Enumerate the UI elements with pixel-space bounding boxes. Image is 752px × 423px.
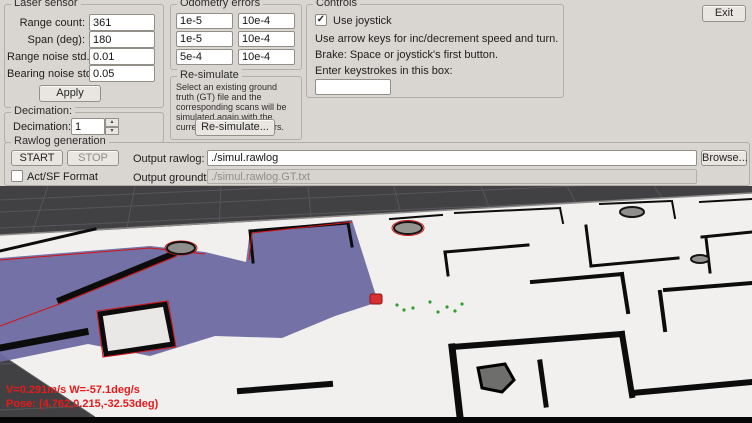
decimation-spinner: ▲ ▼ <box>105 118 119 135</box>
odometry-x-bias-input[interactable] <box>176 13 233 29</box>
bottom-black-bar <box>0 417 752 423</box>
resimulate-group-title: Re-simulate <box>177 69 242 81</box>
span-deg-input[interactable] <box>89 31 155 48</box>
odometry-errors-group: Odometry errors <box>170 4 302 70</box>
rawlog-generation-group: Rawlog generation START STOP Output rawl… <box>4 142 750 186</box>
odometry-phi-std-input[interactable] <box>238 49 295 65</box>
use-joystick-checkbox[interactable]: ✓ <box>315 14 327 26</box>
odometry-errors-group-title: Odometry errors <box>177 0 263 9</box>
decimation-spin-down-button[interactable]: ▼ <box>105 127 119 136</box>
odometry-x-std-input[interactable] <box>238 13 295 29</box>
range-noise-label: Range noise std. (m): <box>7 51 85 63</box>
output-groundtruth-input <box>207 169 697 184</box>
decimation-group-title: Decimation: <box>11 105 75 117</box>
hud-pose-readout: Pose: (4.762,0.215,-32.53deg) <box>6 398 158 410</box>
output-rawlog-label: Output rawlog: <box>133 153 205 165</box>
check-icon: ✓ <box>317 14 325 25</box>
output-rawlog-input[interactable] <box>207 150 697 166</box>
keystroke-input[interactable] <box>315 79 391 95</box>
resimulate-group: Re-simulate Select an existing ground tr… <box>170 76 302 140</box>
controls-hint-keystrokes: Enter keystrokes in this box: <box>315 65 453 77</box>
odometry-y-std-input[interactable] <box>238 31 295 47</box>
stop-button[interactable]: STOP <box>67 150 119 166</box>
controls-hint-brake: Brake: Space or joystick's first button. <box>315 49 498 61</box>
laser-sensor-group-title: Laser sensor <box>11 0 81 9</box>
actsf-format-checkbox[interactable] <box>11 170 23 182</box>
bearing-noise-input[interactable] <box>89 65 155 82</box>
hud-velocity-readout: V=0.291m/s W=-57.1deg/s <box>6 384 140 396</box>
range-count-label: Range count: <box>7 17 85 29</box>
exit-button[interactable]: Exit <box>702 5 746 22</box>
decimation-input[interactable] <box>71 118 105 135</box>
controls-hint-arrows: Use arrow keys for inc/decrement speed a… <box>315 33 558 45</box>
3d-viewport[interactable]: V=0.291m/s W=-57.1deg/s Pose: (4.762,0.2… <box>0 186 752 417</box>
decimation-spin-up-button[interactable]: ▲ <box>105 118 119 127</box>
browse-button[interactable]: Browse... <box>701 150 747 166</box>
rawlog-generation-group-title: Rawlog generation <box>11 135 109 147</box>
odometry-y-bias-input[interactable] <box>176 31 233 47</box>
start-button[interactable]: START <box>11 150 63 166</box>
decimation-label: Decimation: <box>13 121 71 133</box>
actsf-format-label: Act/SF Format <box>27 171 98 183</box>
range-noise-input[interactable] <box>89 48 155 65</box>
laser-sensor-group: Laser sensor Range count: Span (deg): Ra… <box>4 4 164 108</box>
controls-group-title: Controls <box>313 0 360 9</box>
resimulate-button[interactable]: Re-simulate... <box>195 119 275 136</box>
controls-group: Controls ✓ Use joystick Use arrow keys f… <box>306 4 564 98</box>
bearing-noise-label: Bearing noise std. (deg): <box>7 68 85 80</box>
odometry-phi-bias-input[interactable] <box>176 49 233 65</box>
range-count-input[interactable] <box>89 14 155 31</box>
use-joystick-label: Use joystick <box>333 15 392 27</box>
span-deg-label: Span (deg): <box>7 34 85 46</box>
apply-button[interactable]: Apply <box>39 85 101 102</box>
scene-canvas <box>0 186 752 417</box>
